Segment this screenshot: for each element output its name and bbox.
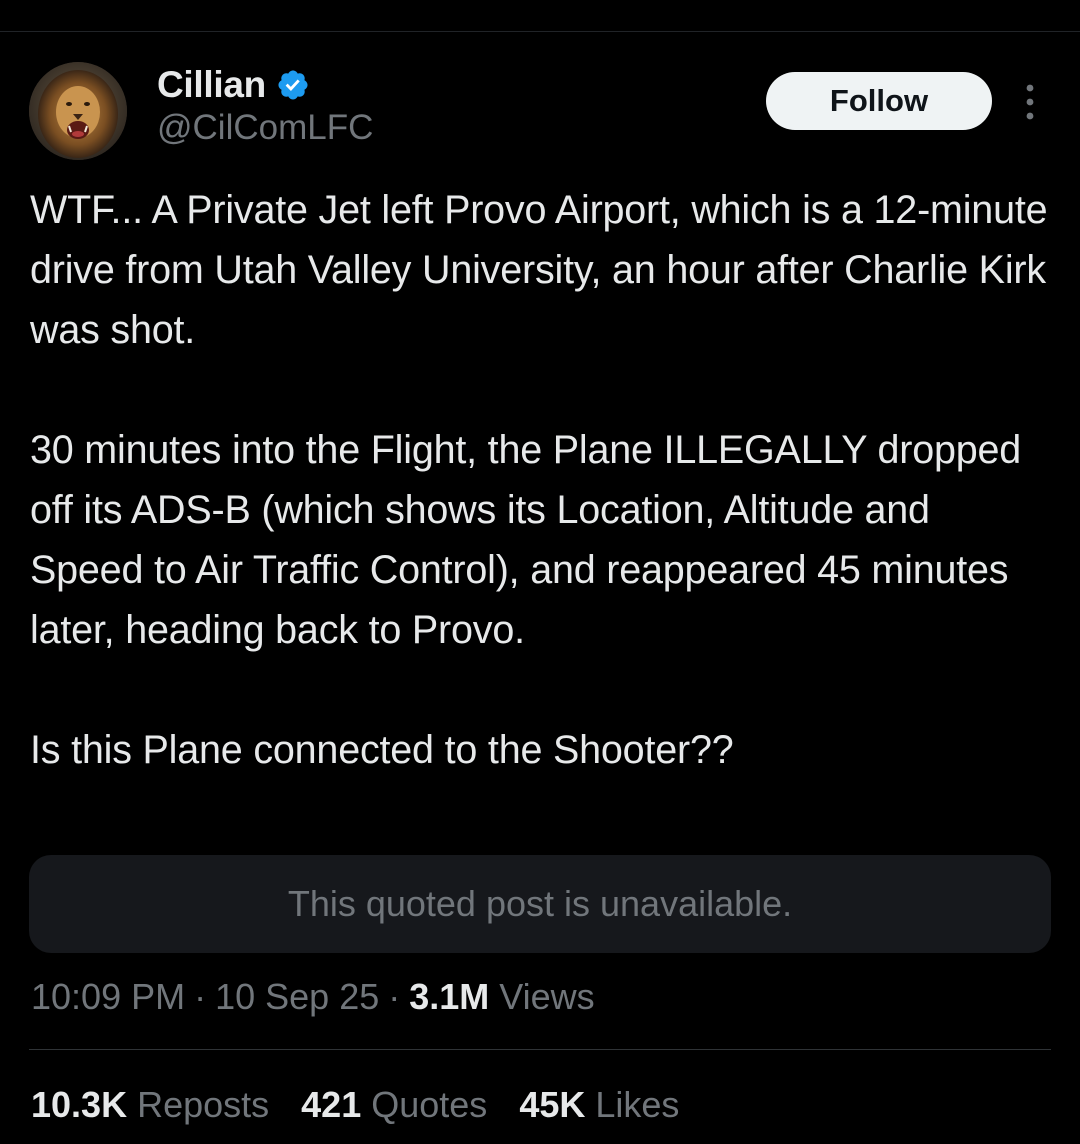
author-avatar[interactable] [29, 62, 127, 160]
top-divider [0, 31, 1080, 32]
verified-badge-icon [276, 68, 310, 102]
reposts-stat[interactable]: 10.3K Reposts [31, 1084, 269, 1126]
post-meta: 10:09 PM · 10 Sep 25 · 3.1M Views [31, 972, 595, 1022]
stats-divider [29, 1049, 1051, 1050]
quotes-label: Quotes [371, 1084, 488, 1125]
reposts-label: Reposts [137, 1084, 270, 1125]
post-paragraph-2: 30 minutes into the Flight, the Plane IL… [30, 428, 1022, 652]
author-name-row[interactable]: Cillian [157, 62, 310, 108]
meta-separator: · [194, 976, 207, 1017]
quoted-post-box: This quoted post is unavailable. [29, 855, 1051, 953]
author-handle[interactable]: @CilComLFC [157, 108, 373, 148]
post-paragraph-3: Is this Plane connected to the Shooter?? [30, 728, 734, 772]
quotes-stat[interactable]: 421 Quotes [301, 1084, 487, 1126]
post-time[interactable]: 10:09 PM [31, 976, 185, 1018]
views-label[interactable]: Views [499, 976, 594, 1018]
follow-button[interactable]: Follow [766, 72, 992, 130]
quotes-count: 421 [301, 1084, 362, 1125]
post-paragraph-1: WTF... A Private Jet left Provo Airport,… [30, 188, 1048, 352]
post-date[interactable]: 10 Sep 25 [215, 976, 379, 1018]
engagement-stats: 10.3K Reposts 421 Quotes 45K Likes [31, 1080, 711, 1130]
meta-separator: · [388, 976, 401, 1017]
reposts-count: 10.3K [31, 1084, 128, 1125]
likes-label: Likes [595, 1084, 680, 1125]
lion-avatar [29, 62, 127, 160]
likes-count: 45K [519, 1084, 586, 1125]
more-vertical-icon [1026, 84, 1034, 120]
quoted-post-unavailable-text: This quoted post is unavailable. [287, 883, 793, 924]
author-display-name[interactable]: Cillian [157, 64, 266, 106]
more-options-button[interactable] [1016, 80, 1044, 124]
likes-stat[interactable]: 45K Likes [519, 1084, 679, 1126]
post-body: WTF... A Private Jet left Provo Airport,… [30, 180, 1050, 780]
views-count[interactable]: 3.1M [409, 976, 489, 1018]
